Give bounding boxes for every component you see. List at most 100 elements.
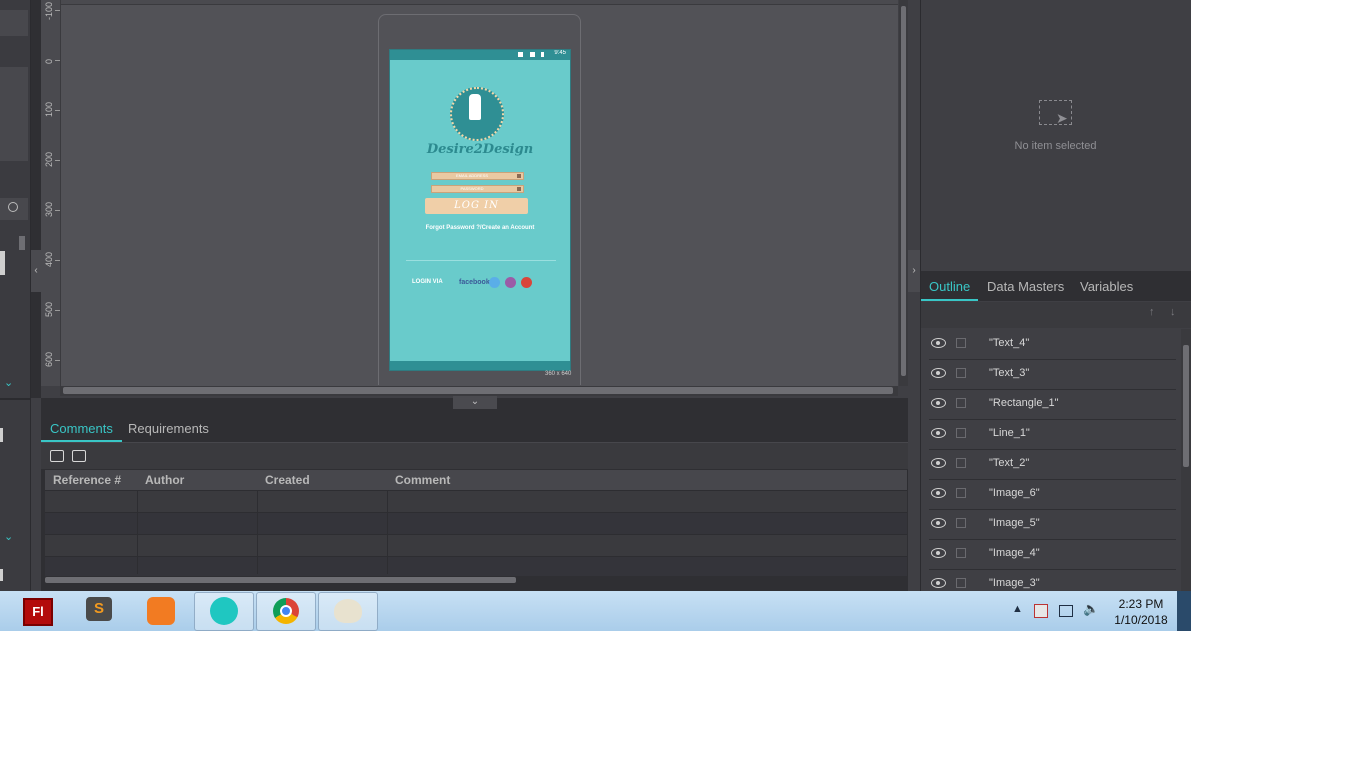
google-plus-icon[interactable] bbox=[521, 277, 532, 288]
tab-variables[interactable]: Variables bbox=[1072, 271, 1141, 301]
clock-date[interactable]: 1/10/2018 bbox=[1110, 613, 1172, 627]
lock-icon bbox=[517, 187, 521, 191]
user-icon bbox=[517, 174, 521, 178]
network-icon[interactable] bbox=[1059, 605, 1073, 617]
mockup-email-field[interactable]: EMAIL ADDRESS bbox=[431, 172, 524, 180]
lock-checkbox[interactable] bbox=[956, 578, 966, 588]
left-panel-search[interactable] bbox=[0, 198, 28, 220]
collapse-right-icon[interactable]: › bbox=[908, 250, 920, 292]
lock-checkbox[interactable] bbox=[956, 518, 966, 528]
tab-data-masters[interactable]: Data Masters bbox=[979, 271, 1072, 301]
comments-table: Reference # Author Created Comment bbox=[45, 470, 908, 579]
taskbar-app-axure[interactable] bbox=[194, 592, 254, 631]
clock-time[interactable]: 2:23 PM bbox=[1110, 597, 1172, 611]
eye-icon[interactable] bbox=[931, 578, 946, 588]
left-panel-block bbox=[0, 67, 28, 161]
ruler-top bbox=[60, 0, 898, 5]
lock-checkbox[interactable] bbox=[956, 368, 966, 378]
left-divider bbox=[0, 398, 30, 400]
mockup-status-bar: 9:45 bbox=[390, 50, 570, 60]
column-header-comment[interactable]: Comment bbox=[387, 470, 908, 490]
lock-checkbox[interactable] bbox=[956, 338, 966, 348]
eye-icon[interactable] bbox=[931, 398, 946, 408]
reply-comment-icon[interactable] bbox=[72, 450, 86, 462]
lock-checkbox[interactable] bbox=[956, 428, 966, 438]
lock-checkbox[interactable] bbox=[956, 458, 966, 468]
eye-icon[interactable] bbox=[931, 458, 946, 468]
canvas-horizontal-thumb[interactable] bbox=[63, 387, 893, 394]
table-row[interactable] bbox=[45, 490, 907, 513]
outline-item[interactable]: "Text_4" bbox=[929, 329, 1176, 360]
collapse-left-icon[interactable]: ‹ bbox=[31, 250, 41, 292]
outline-scroll-thumb[interactable] bbox=[1183, 345, 1189, 467]
mockup-divider bbox=[406, 260, 556, 261]
tab-requirements[interactable]: Requirements bbox=[119, 416, 218, 442]
email-placeholder: EMAIL ADDRESS bbox=[455, 173, 489, 178]
table-row[interactable] bbox=[45, 512, 907, 535]
eye-icon[interactable] bbox=[931, 548, 946, 558]
tab-comments[interactable]: Comments bbox=[41, 416, 122, 442]
taskbar-app-chrome[interactable] bbox=[256, 592, 316, 631]
action-center-icon[interactable] bbox=[1034, 604, 1048, 618]
column-header-author[interactable]: Author bbox=[137, 470, 258, 490]
tray-up-arrow-icon[interactable]: ▲ bbox=[1012, 603, 1023, 615]
mockup-login-button[interactable]: LOG IN bbox=[425, 198, 528, 214]
eye-icon[interactable] bbox=[931, 338, 946, 348]
tab-outline[interactable]: Outline bbox=[921, 271, 979, 301]
eye-icon[interactable] bbox=[931, 428, 946, 438]
volume-icon[interactable]: 🔈 bbox=[1083, 601, 1099, 617]
eye-icon[interactable] bbox=[931, 488, 946, 498]
show-desktop-button[interactable] bbox=[1177, 591, 1191, 631]
taskbar-app-flash[interactable]: Fl bbox=[8, 592, 66, 629]
taskbar-app-sublime[interactable]: S bbox=[70, 592, 128, 629]
outline-item[interactable]: "Line_1" bbox=[929, 419, 1176, 450]
add-comment-icon[interactable] bbox=[50, 450, 64, 462]
outline-item[interactable]: "Rectangle_1" bbox=[929, 389, 1176, 420]
eye-icon[interactable] bbox=[931, 518, 946, 528]
selection-cursor-icon: ➤ bbox=[1039, 100, 1072, 126]
taskbar-app-paint[interactable] bbox=[318, 592, 378, 631]
arrow-down-icon[interactable]: ↓ bbox=[1170, 306, 1176, 318]
collapse-down-icon[interactable]: ⌄ bbox=[453, 396, 497, 409]
lock-checkbox[interactable] bbox=[956, 548, 966, 558]
outline-item[interactable]: "Image_6" bbox=[929, 479, 1176, 510]
mockup-password-field[interactable]: PASSWORD bbox=[431, 185, 524, 193]
canvas-dimensions: 360 x 640 bbox=[545, 371, 572, 377]
arrow-up-icon[interactable]: ↑ bbox=[1149, 306, 1155, 318]
table-row[interactable] bbox=[45, 534, 907, 557]
twitter-icon[interactable] bbox=[489, 277, 500, 288]
facebook-link[interactable]: facebook bbox=[459, 279, 490, 286]
column-header-created[interactable]: Created bbox=[257, 470, 388, 490]
taskbar-app-xampp[interactable] bbox=[132, 592, 190, 629]
outline-item[interactable]: "Text_3" bbox=[929, 359, 1176, 390]
instagram-icon[interactable] bbox=[505, 277, 516, 288]
outline-item-label: "Image_5" bbox=[989, 517, 1040, 529]
outline-item-label: "Image_3" bbox=[989, 577, 1040, 589]
outline-item[interactable]: "Image_5" bbox=[929, 509, 1176, 540]
app-window: ⌄ ⌄ -100 0 100 200 300 400 500 600 9:45 bbox=[0, 0, 1191, 591]
chevron-down-icon[interactable]: ⌄ bbox=[4, 376, 13, 389]
phone-mockup[interactable]: 9:45 Desire2Design EMAIL ADDRESS PASSWOR… bbox=[389, 49, 571, 371]
ruler-tick bbox=[55, 10, 60, 11]
eye-icon[interactable] bbox=[931, 368, 946, 378]
left-scroll-thumb[interactable] bbox=[19, 236, 25, 250]
table-horizontal-thumb[interactable] bbox=[45, 577, 516, 583]
canvas-vertical-thumb[interactable] bbox=[901, 6, 906, 376]
outline-item-label: "Image_4" bbox=[989, 547, 1040, 559]
mockup-forgot-link[interactable]: Forgot Password ?/Create an Account bbox=[390, 225, 570, 231]
outline-item[interactable]: "Image_4" bbox=[929, 539, 1176, 570]
outline-item-label: "Text_3" bbox=[989, 367, 1030, 379]
chevron-down-icon[interactable]: ⌄ bbox=[4, 530, 13, 543]
password-placeholder: PASSWORD bbox=[460, 186, 484, 191]
column-header-reference[interactable]: Reference # bbox=[45, 470, 138, 490]
column-divider bbox=[137, 490, 138, 574]
lock-checkbox[interactable] bbox=[956, 488, 966, 498]
left-panel: ⌄ ⌄ bbox=[0, 0, 31, 591]
outline-item[interactable]: "Image_3" bbox=[929, 569, 1176, 591]
dress-form-icon bbox=[469, 94, 481, 120]
no-item-selected: No item selected bbox=[1014, 140, 1097, 152]
outline-item[interactable]: "Text_2" bbox=[929, 449, 1176, 480]
page-icon bbox=[0, 251, 5, 275]
battery-icon bbox=[541, 52, 544, 57]
lock-checkbox[interactable] bbox=[956, 398, 966, 408]
